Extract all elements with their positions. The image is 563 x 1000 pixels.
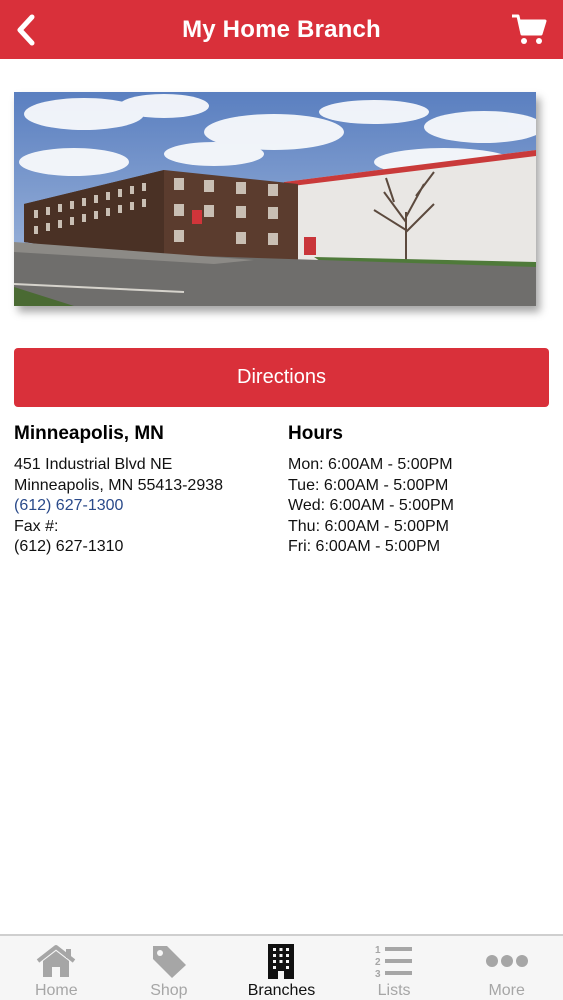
- address-line-1: 451 Industrial Blvd NE: [14, 456, 173, 473]
- branch-photo: [14, 92, 536, 306]
- hours-row: Thu: 6:00AM - 5:00PM: [288, 517, 449, 535]
- tab-bar: Home Shop Branches 1 2 3 Lists More: [0, 934, 563, 1000]
- tab-label: Shop: [150, 982, 188, 999]
- tab-shop[interactable]: Shop: [113, 936, 226, 1000]
- svg-text:2: 2: [375, 957, 381, 968]
- hours-row: Fri: 6:00AM - 5:00PM: [288, 538, 441, 555]
- tab-label: Lists: [377, 982, 411, 999]
- directions-button[interactable]: Directions: [14, 348, 549, 407]
- building-icon: [268, 944, 295, 979]
- svg-text:3: 3: [375, 969, 381, 979]
- numbered-list-icon: 123: [375, 945, 413, 979]
- home-icon: [37, 945, 76, 977]
- branch-info: Minneapolis, MN 451 Industrial Blvd NE M…: [14, 423, 274, 558]
- tab-label: Home: [34, 982, 78, 999]
- more-dots-icon: [485, 955, 528, 967]
- hours-row: Wed: 6:00AM - 5:00PM: [288, 497, 454, 514]
- tag-icon: [152, 946, 186, 978]
- hours-row: Mon: 6:00AM - 5:00PM: [288, 456, 453, 473]
- svg-text:1: 1: [375, 945, 381, 956]
- tab-label: More: [488, 982, 525, 999]
- tab-label: Branches: [247, 982, 316, 999]
- shopping-cart-icon: [512, 14, 547, 44]
- warehouse-building-photo: [14, 92, 536, 306]
- tab-lists[interactable]: 123 Lists: [338, 936, 451, 1000]
- branch-hours: Hours Mon: 6:00AM - 5:00PM Tue: 6:00AM -…: [288, 423, 548, 558]
- hours-row: Tue: 6:00AM - 5:00PM: [288, 476, 449, 494]
- cart-button[interactable]: [511, 12, 547, 46]
- chevron-left-icon: [17, 14, 35, 46]
- app-header: My Home Branch: [0, 0, 563, 59]
- tab-branches[interactable]: Branches: [225, 936, 338, 1000]
- fax-label: Fax #:: [14, 517, 59, 535]
- back-button[interactable]: [10, 12, 42, 48]
- page-title: My Home Branch: [182, 15, 381, 43]
- tab-home[interactable]: Home: [0, 936, 113, 1000]
- address-line-2: Minneapolis, MN 55413-2938: [14, 476, 224, 494]
- fax-number: (612) 627-1310: [14, 538, 124, 555]
- hours-title: Hours: [288, 423, 343, 444]
- branch-city: Minneapolis, MN: [14, 423, 164, 444]
- tab-more[interactable]: More: [450, 936, 563, 1000]
- phone-link[interactable]: (612) 627-1300: [14, 496, 274, 517]
